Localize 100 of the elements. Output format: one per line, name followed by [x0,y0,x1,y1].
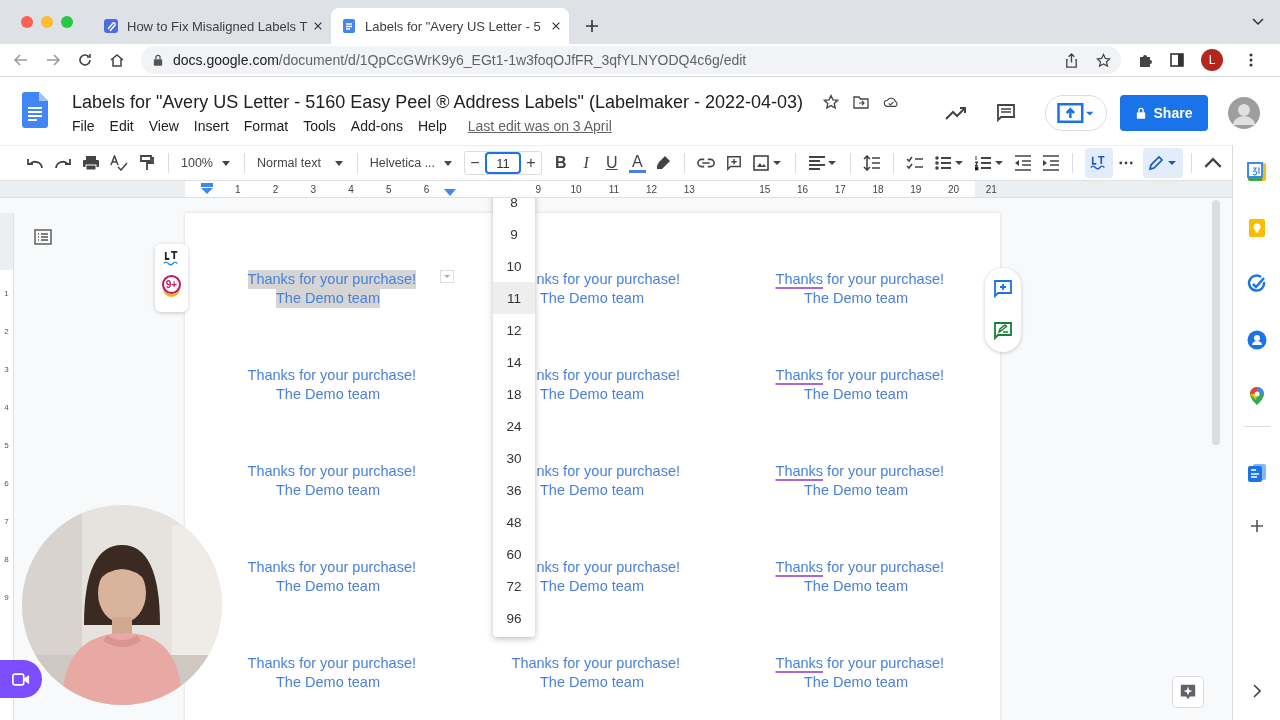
browser-tab[interactable]: Labels for "Avery US Letter - 5 [331,8,569,44]
numbered-list-icon[interactable] [974,155,1004,171]
pencil-icon[interactable] [1143,148,1183,178]
menu-item[interactable]: 18 [493,378,535,410]
label-text: The Demo team [540,673,644,692]
menu-item[interactable]: Edit [109,118,134,134]
close-icon[interactable] [551,21,561,31]
forward-icon[interactable] [45,52,61,68]
profile-avatar[interactable]: L [1201,49,1223,71]
reload-icon[interactable] [77,52,93,68]
share-button[interactable]: Share [1120,95,1208,131]
menu-item[interactable]: Format [243,118,289,134]
menu-item[interactable]: 30 [493,442,535,474]
line-spacing-icon[interactable] [863,155,881,171]
add-comment-icon[interactable] [725,155,743,171]
chevron-right-icon[interactable] [1252,684,1261,698]
menu-item[interactable]: 24 [493,410,535,442]
menu-item[interactable]: 12 [493,314,535,346]
zoom-dropdown[interactable]: 100% [181,156,230,170]
present-button[interactable] [1045,95,1107,131]
indent-marker-icon[interactable] [200,183,214,195]
style-dropdown[interactable]: Normal text [257,156,343,170]
document-stack-icon[interactable] [1246,463,1267,483]
side-panel-icon[interactable] [1169,52,1185,68]
spellcheck-tool-icon[interactable] [1085,148,1113,178]
ruler-number: 11 [608,183,620,195]
star-icon[interactable] [823,94,840,110]
label-text: Thanks for your purchase! [775,654,944,673]
check-circle-icon[interactable] [1246,274,1267,294]
ruler-number: 17 [834,183,846,195]
menu-item[interactable]: 10 [493,250,535,282]
star-icon[interactable] [1096,52,1111,68]
spellcheck-icon[interactable] [110,155,128,171]
print-icon[interactable] [82,155,100,171]
label-text: The Demo team [276,385,380,404]
menu-item[interactable]: Insert [193,118,229,134]
menu-item[interactable]: 60 [493,538,535,570]
bold-button[interactable]: B [552,154,570,172]
notification-badge[interactable]: 9+ [162,275,181,294]
image-icon[interactable] [753,155,783,171]
highlighter-icon[interactable] [654,155,672,171]
explore-button[interactable] [1172,676,1204,708]
ruler-number: 21 [985,183,997,195]
calendar-icon[interactable] [1246,162,1267,182]
align-icon[interactable] [808,155,838,171]
increase-size-button[interactable]: + [521,154,541,172]
close-icon[interactable] [313,21,324,31]
home-icon[interactable] [109,52,125,68]
paint-format-icon[interactable] [138,155,156,171]
share-icon[interactable] [1064,52,1079,68]
browser-tab[interactable]: How to Fix Misaligned Labels T [93,8,331,44]
video-camera-icon [12,672,30,686]
more-icon[interactable] [1119,161,1133,165]
grammar-widget[interactable]: 9+ [155,244,188,312]
decrease-size-button[interactable]: − [465,154,485,172]
menu-item[interactable]: 14 [493,346,535,378]
italic-button[interactable]: I [577,154,595,172]
label-text: nks for your purchase! [536,558,680,577]
increase-indent-icon[interactable] [1042,155,1060,171]
menu-item[interactable]: Tools [303,118,336,134]
menu-item[interactable]: View [148,118,179,134]
document-title[interactable]: Labels for "Avery US Letter - 5160 Easy Peel ® Address Labels" (Labelmaker - 2022-04-03) [72,91,804,113]
puzzle-icon[interactable] [1137,52,1153,68]
suggest-edit-icon[interactable] [993,321,1013,341]
comment-icon[interactable] [995,103,1017,123]
address-field[interactable]: docs.google.com/document/d/1QpCcGWrK9y6_EGt1-1w3foqOJfFR_3qfYLNYODQ4c6g/edit [141,46,1121,74]
menu-item[interactable]: 36 [493,474,535,506]
add-comment-icon[interactable] [993,279,1013,299]
outline-icon[interactable] [34,229,52,245]
label-text: The Demo team [804,577,908,596]
font-size-field[interactable]: 11 [485,152,521,174]
scrollbar[interactable] [1212,200,1220,445]
folder-icon[interactable] [853,94,870,110]
font-dropdown[interactable]: Helvetica ... [369,156,452,170]
menu-item[interactable]: 11 [493,282,535,314]
last-edit-link[interactable]: Last edit was on 3 April [467,118,612,134]
underline-button[interactable]: U [603,154,621,172]
more-icon[interactable] [1249,52,1253,68]
label-text: The Demo team [804,289,908,308]
back-icon[interactable] [13,52,29,68]
menu-item[interactable]: File [72,118,95,134]
video-call-button[interactable] [0,660,42,698]
new-tab-icon[interactable] [585,19,599,33]
indent-marker-icon[interactable] [443,188,456,196]
menu-item[interactable]: 96 [493,602,535,634]
menu-item[interactable]: Help [418,118,447,134]
docs-logo-icon[interactable] [22,92,48,128]
decrease-indent-icon[interactable] [1014,155,1032,171]
menu-item[interactable]: Add-ons [350,118,403,134]
text-color-button[interactable]: A [628,153,646,173]
menu-item[interactable]: 72 [493,570,535,602]
checklist-icon[interactable] [906,155,924,171]
add-icon[interactable] [1249,519,1264,533]
ruler-number: 9 [4,592,9,602]
person-icon[interactable] [1246,330,1267,350]
chevron-down-icon[interactable] [1252,18,1264,26]
menu-item[interactable]: 48 [493,506,535,538]
menu-item[interactable]: 9 [493,218,535,250]
bulleted-list-icon[interactable] [934,155,964,171]
account-avatar[interactable] [1228,97,1260,129]
